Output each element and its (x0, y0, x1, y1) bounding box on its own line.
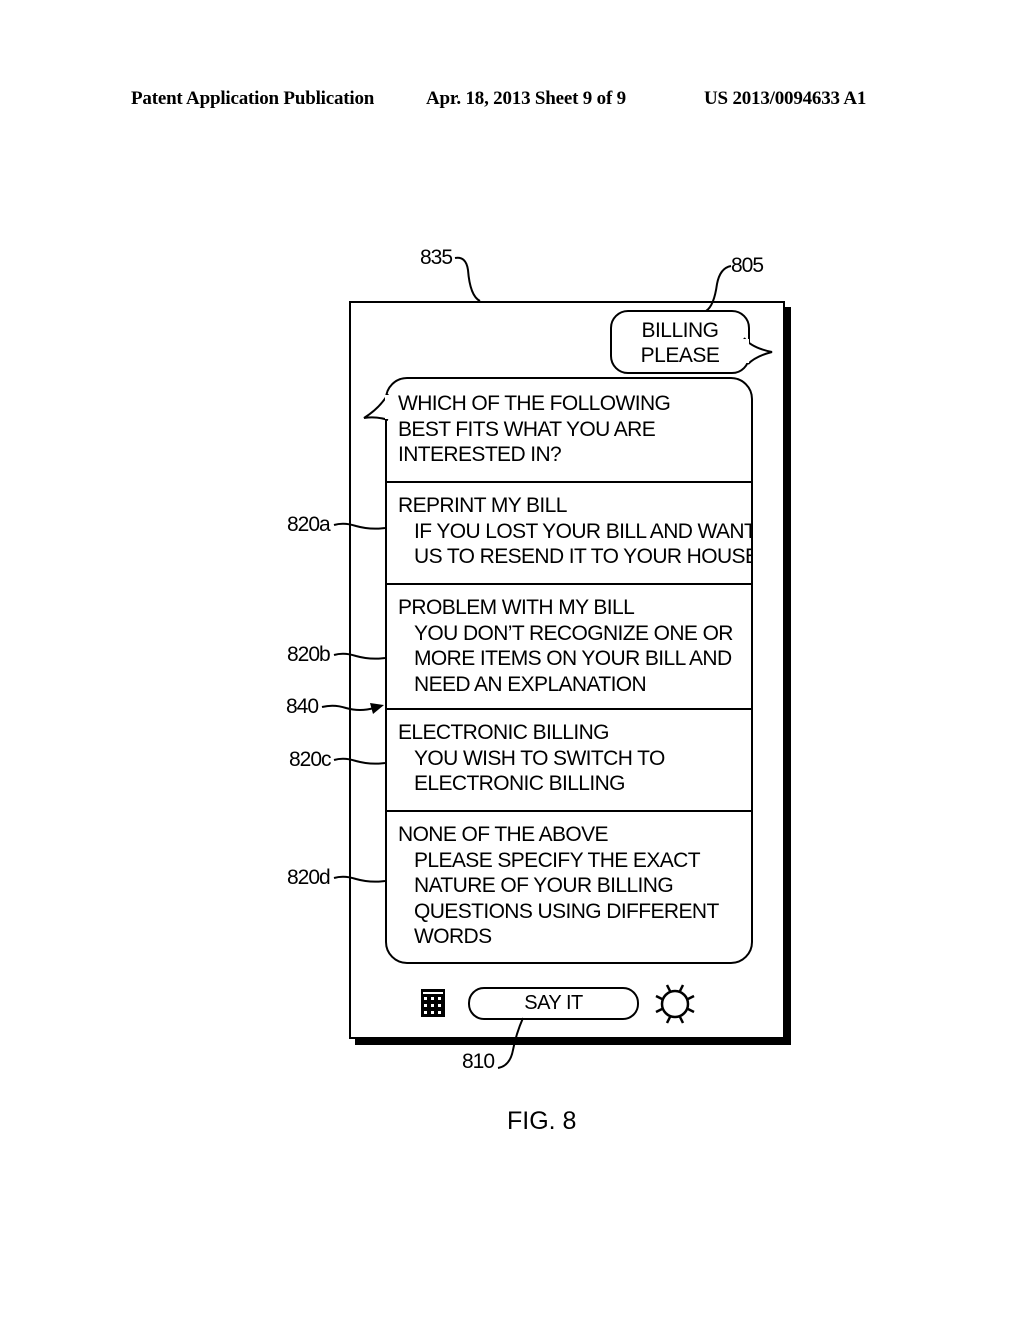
option-problem-with-bill[interactable]: PROBLEM WITH MY BILL YOU DON’T RECOGNIZE… (387, 585, 751, 710)
option-title: PROBLEM WITH MY BILL (398, 596, 635, 619)
option-desc-line: NEED AN EXPLANATION (414, 672, 647, 696)
option-electronic-billing[interactable]: ELECTRONIC BILLING YOU WISH TO SWITCH TO… (387, 710, 751, 812)
option-desc-line: MORE ITEMS ON YOUR BILL AND (414, 647, 732, 670)
option-reprint-bill[interactable]: REPRINT MY BILL IF YOU LOST YOUR BILL AN… (387, 483, 751, 585)
publication-date-sheet: Apr. 18, 2013 Sheet 9 of 9 (426, 88, 626, 109)
ref-840: 840 (286, 695, 319, 718)
publication-type: Patent Application Publication (131, 88, 375, 109)
response-panel: WHICH OF THE FOLLOWING BEST FITS WHAT YO… (385, 377, 753, 964)
system-prompt: WHICH OF THE FOLLOWING BEST FITS WHAT YO… (387, 379, 751, 483)
ref-835: 835 (420, 246, 453, 269)
option-desc-line: YOU DON’T RECOGNIZE ONE OR (414, 621, 733, 645)
user-message-line-2: PLEASE (640, 344, 720, 367)
ref-820a: 820a (287, 513, 331, 536)
option-title: ELECTRONIC BILLING (398, 721, 610, 744)
prompt-line-3: INTERESTED IN? (398, 443, 562, 466)
option-none-of-the-above[interactable]: NONE OF THE ABOVE PLEASE SPECIFY THE EXA… (387, 812, 751, 962)
patent-number: US 2013/0094633 A1 (704, 88, 867, 109)
option-desc-line: YOU WISH TO SWITCH TO (414, 746, 665, 770)
say-it-button[interactable]: SAY IT (468, 987, 639, 1020)
figure-label: FIG. 8 (507, 1107, 577, 1135)
user-message-line-1: BILLING (641, 319, 719, 342)
ref-820d: 820d (287, 866, 331, 889)
option-desc-line: US TO RESEND IT TO YOUR HOUSE (414, 545, 753, 568)
option-desc-line: WORDS (414, 925, 492, 948)
option-description: YOU DON’T RECOGNIZE ONE OR MORE ITEMS ON… (414, 621, 733, 698)
option-desc-line: QUESTIONS USING DIFFERENT (414, 899, 719, 923)
prompt-line-2: BEST FITS WHAT YOU ARE (398, 417, 656, 441)
option-title: REPRINT MY BILL (398, 494, 567, 517)
prompt-line-1: WHICH OF THE FOLLOWING (398, 392, 671, 415)
option-description: IF YOU LOST YOUR BILL AND WANT US TO RES… (414, 519, 753, 570)
option-description: YOU WISH TO SWITCH TO ELECTRONIC BILLING (414, 746, 665, 797)
option-desc-line: IF YOU LOST YOUR BILL AND WANT (414, 519, 753, 543)
option-desc-line: NATURE OF YOUR BILLING (414, 874, 674, 897)
ref-810: 810 (462, 1050, 495, 1073)
option-title: NONE OF THE ABOVE (398, 823, 609, 846)
option-desc-line: ELECTRONIC BILLING (414, 772, 626, 795)
option-description: PLEASE SPECIFY THE EXACT NATURE OF YOUR … (414, 848, 719, 950)
option-desc-line: PLEASE SPECIFY THE EXACT (414, 848, 701, 872)
leader-835 (454, 256, 481, 302)
ref-805: 805 (731, 254, 764, 277)
user-speech-bubble: BILLING PLEASE (610, 310, 750, 374)
ref-820b: 820b (287, 643, 331, 666)
ref-820c: 820c (289, 748, 332, 771)
